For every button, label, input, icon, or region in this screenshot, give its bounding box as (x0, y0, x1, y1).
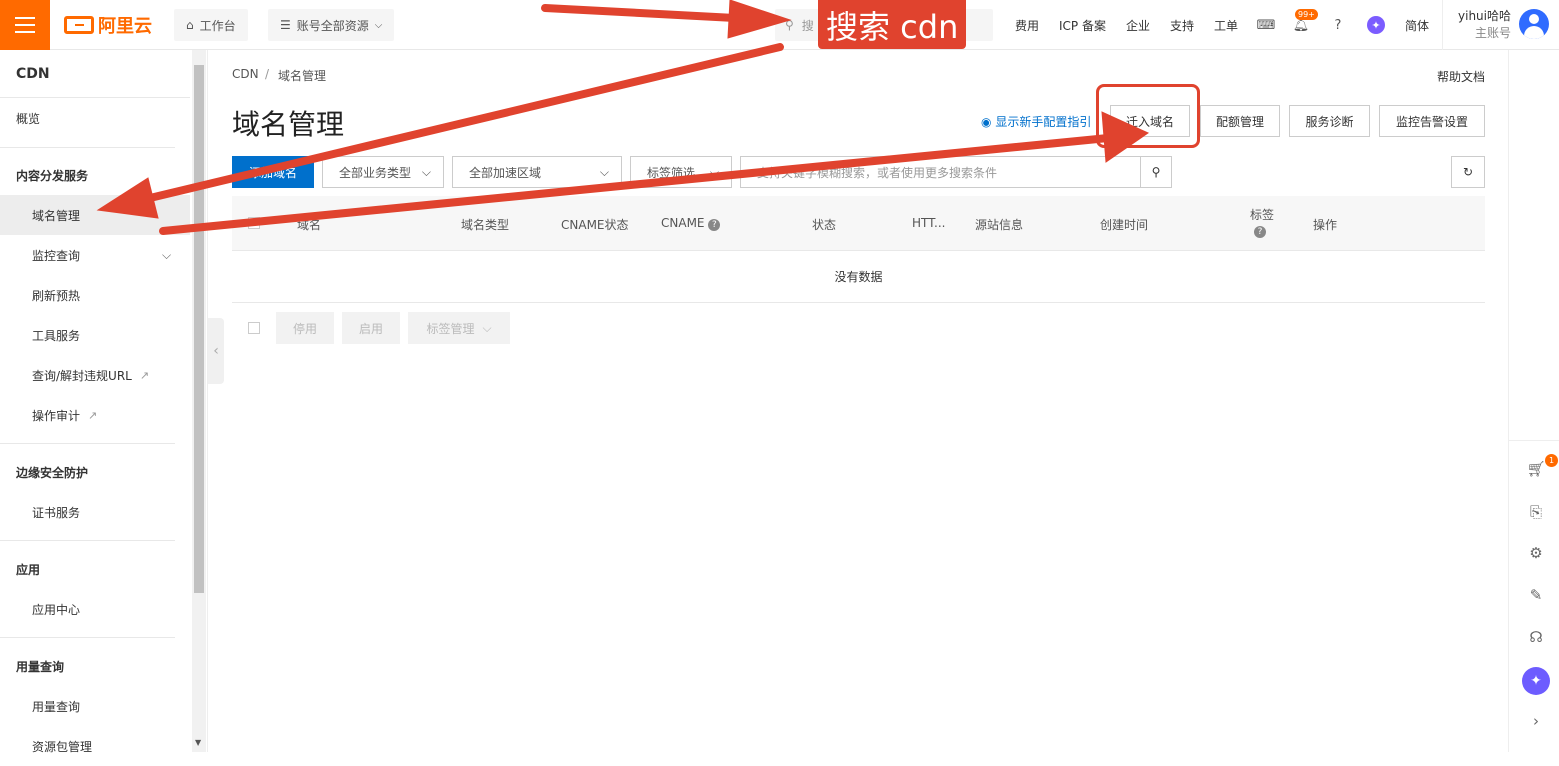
arrow-line (159, 134, 1112, 235)
arrow-head (96, 177, 159, 219)
annotation-search-label: 搜索 cdn (818, 0, 967, 49)
annotation-highlight-box (1096, 84, 1200, 148)
arrow-line (146, 43, 784, 202)
arrow-line (541, 4, 739, 22)
annotation-arrows (96, 0, 1150, 235)
arrow-head (727, 0, 792, 39)
